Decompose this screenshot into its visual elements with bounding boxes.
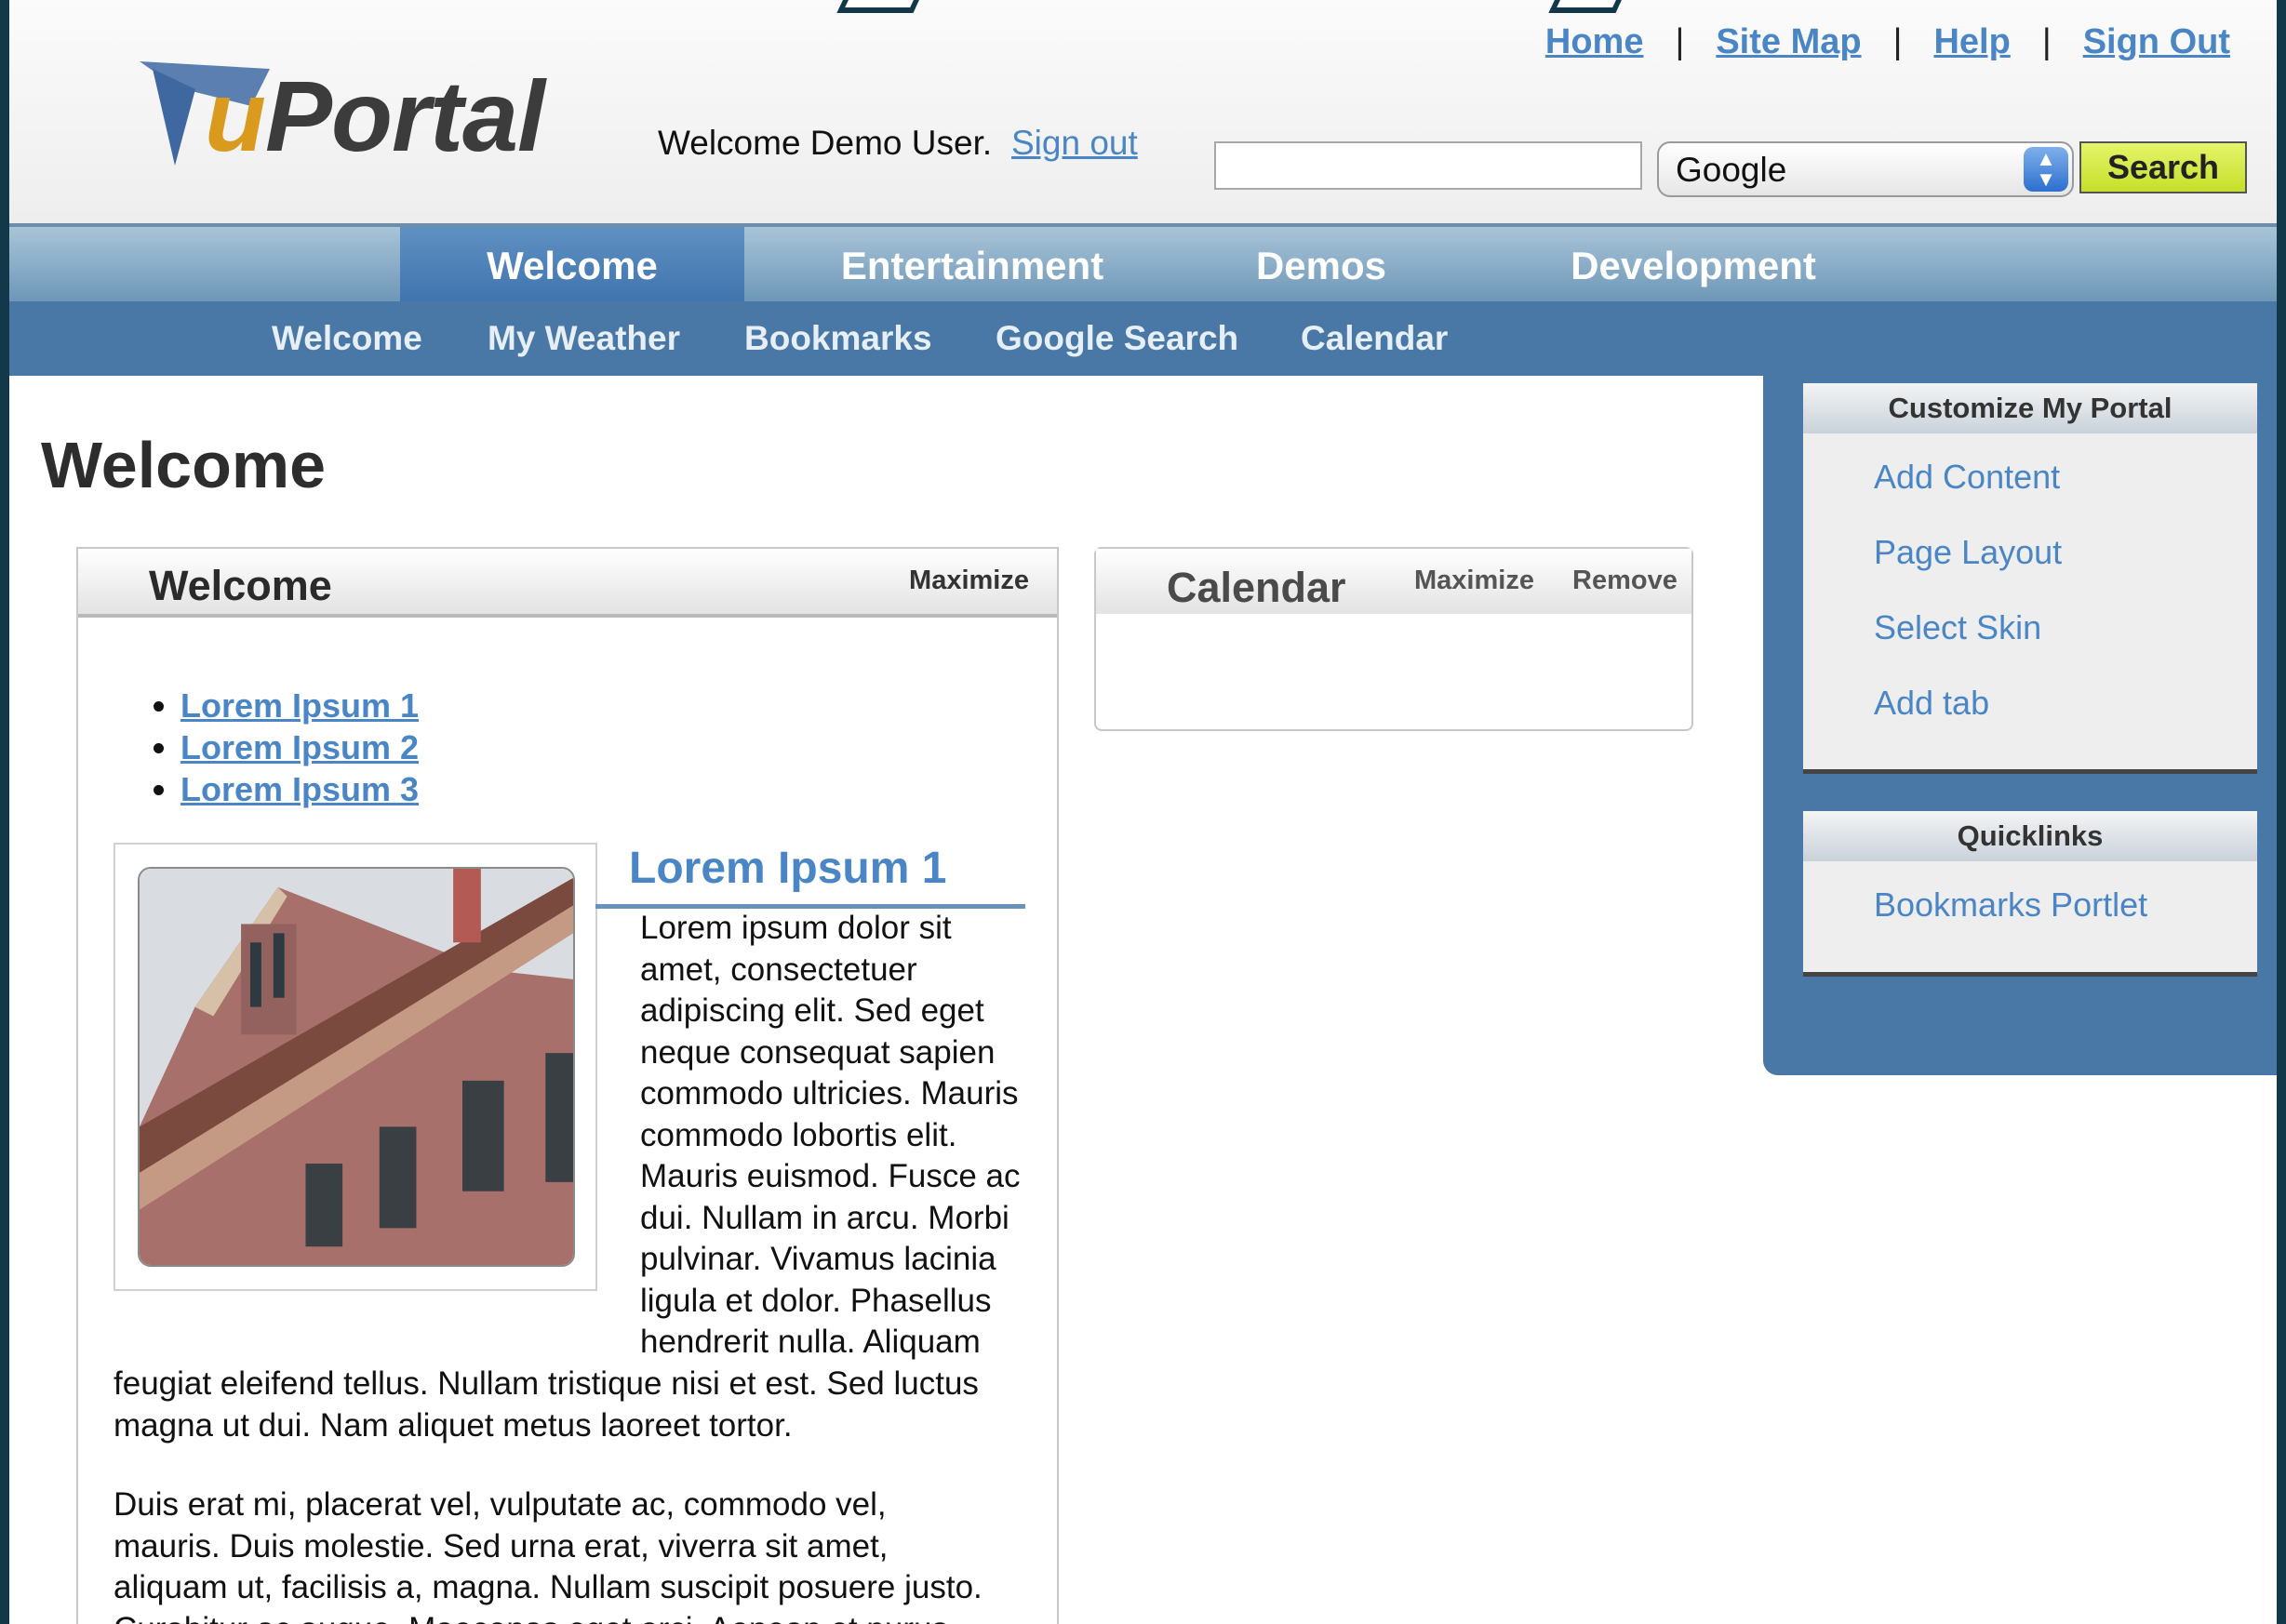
subnav-welcome[interactable]: Welcome (272, 301, 422, 376)
separator: | (2041, 22, 2052, 61)
subnav-google-search[interactable]: Google Search (996, 301, 1238, 376)
sign-out-link[interactable]: Sign out (1011, 124, 1138, 163)
text-line: hendrerit nulla. Aliquam (640, 1324, 981, 1360)
sign-out-top-link[interactable]: Sign Out (2083, 22, 2230, 61)
text-line: dui. Nullam in arcu. Morbi (640, 1199, 1009, 1236)
select-skin-link[interactable]: Select Skin (1874, 608, 2041, 647)
search-engine-select[interactable]: Google ▲ ▼ (1657, 141, 2074, 197)
uportal-logo[interactable]: uPortal (140, 56, 549, 177)
portlet-title: Calendar (1167, 564, 1346, 611)
tab-welcome[interactable]: Welcome (400, 227, 744, 305)
subnav-my-weather[interactable]: My Weather (488, 301, 680, 376)
search-button[interactable]: Search (2079, 141, 2247, 193)
home-link[interactable]: Home (1545, 22, 1644, 61)
welcome-portlet: Welcome Maximize Lorem Ipsum 1 Lorem Ips… (76, 547, 1059, 1624)
page-title: Welcome (41, 429, 327, 501)
text-line: ligula et dolor. Phasellus (640, 1282, 992, 1319)
quicklinks-box: Quicklinks Bookmarks Portlet (1803, 811, 2257, 977)
text-line: Duis erat mi, placerat vel, vulputate ac… (114, 1486, 887, 1523)
welcome-user-text: Welcome Demo User. (658, 124, 993, 162)
lorem-ipsum-2-link[interactable]: Lorem Ipsum 2 (180, 728, 419, 766)
text-line: neque consequat sapien (640, 1033, 996, 1071)
remove-button[interactable]: Remove (1572, 566, 1678, 596)
building-photo (138, 867, 575, 1267)
text-line: feugiat eleifend tellus. Nullam tristiqu… (114, 1365, 979, 1402)
list-item: Lorem Ipsum 2 (180, 726, 419, 768)
text-line: aliquam ut, facilisis a, magna. Nullam s… (114, 1569, 983, 1605)
top-links: Home | Site Map | Help | Sign Out (1545, 22, 2230, 62)
tab-development[interactable]: Development (1535, 227, 1852, 305)
tab-entertainment[interactable]: Entertainment (805, 227, 1140, 305)
portlet-header: Welcome Maximize (78, 549, 1057, 618)
portlet-title: Welcome (149, 562, 332, 609)
lorem-ipsum-1-link[interactable]: Lorem Ipsum 1 (180, 686, 419, 725)
maximize-button[interactable]: Maximize (1414, 566, 1534, 596)
article-text-column: Lorem ipsum dolor sit amet, consectetuer… (640, 908, 1020, 1364)
site-map-link[interactable]: Site Map (1716, 22, 1861, 61)
portlet-header: Calendar Maximize Remove (1096, 549, 1691, 614)
subnav-calendar[interactable]: Calendar (1301, 301, 1448, 376)
select-arrows-icon: ▲ ▼ (2024, 147, 2068, 192)
top-edge-decoration (1548, 0, 1626, 13)
add-tab-link[interactable]: Add tab (1874, 684, 1989, 723)
text-line: magna ut dui. Nam aliquet metus laoreet … (114, 1406, 793, 1444)
logo-letter-u: u (205, 60, 266, 172)
logo-text: Portal (264, 60, 545, 172)
bookmarks-portlet-link[interactable]: Bookmarks Portlet (1874, 885, 2147, 925)
article-title: Lorem Ipsum 1 (629, 844, 947, 893)
header: uPortal Welcome Demo User. Sign out Home… (9, 0, 2277, 223)
text-line: Curabitur ac augue. Maecenas eget orci. … (114, 1609, 983, 1624)
portal-page: uPortal Welcome Demo User. Sign out Home… (9, 0, 2277, 1624)
lorem-link-list: Lorem Ipsum 1 Lorem Ipsum 2 Lorem Ipsum … (134, 685, 419, 810)
paragraph-2: Duis erat mi, placerat vel, vulputate ac… (114, 1484, 983, 1624)
separator: | (1892, 22, 1903, 61)
tab-demos[interactable]: Demos (1228, 227, 1414, 305)
sub-navigation: Welcome My Weather Bookmarks Google Sear… (9, 301, 2277, 376)
search-input[interactable] (1214, 141, 1642, 190)
subnav-bookmarks[interactable]: Bookmarks (744, 301, 932, 376)
separator: | (1675, 22, 1685, 61)
text-line: mauris. Duis molestie. Sed urna erat, vi… (114, 1527, 889, 1564)
main-tab-bar: Welcome Entertainment Demos Development (9, 223, 2277, 305)
text-line: Lorem ipsum dolor sit (640, 910, 952, 946)
add-content-link[interactable]: Add Content (1874, 458, 2060, 497)
customize-portal-title: Customize My Portal (1803, 383, 2257, 433)
quicklinks-title: Quicklinks (1803, 811, 2257, 861)
list-item: Lorem Ipsum 3 (180, 768, 419, 810)
text-line: adipiscing elit. Sed eget (640, 992, 984, 1029)
text-line: pulvinar. Vivamus lacinia (640, 1241, 996, 1277)
article-text-tail: feugiat eleifend tellus. Nullam tristiqu… (114, 1364, 979, 1446)
customize-portal-box: Customize My Portal Add Content Page Lay… (1803, 383, 2257, 774)
search-engine-value: Google (1676, 151, 1787, 189)
top-edge-decoration (836, 0, 924, 13)
text-line: Mauris euismod. Fusce ac (640, 1158, 1021, 1194)
text-line: commodo ultricies. Mauris (640, 1075, 1019, 1112)
help-link[interactable]: Help (1933, 22, 2010, 61)
text-line: commodo lobortis elit. (640, 1116, 957, 1153)
right-sidebar: Customize My Portal Add Content Page Lay… (1763, 376, 2277, 1075)
calendar-portlet: Calendar Maximize Remove (1094, 547, 1693, 731)
page-layout-link[interactable]: Page Layout (1874, 533, 2062, 572)
text-line: amet, consectetuer (640, 951, 917, 988)
list-item: Lorem Ipsum 1 (180, 685, 419, 726)
image-frame (114, 843, 597, 1291)
lorem-ipsum-3-link[interactable]: Lorem Ipsum 3 (180, 770, 419, 808)
maximize-button[interactable]: Maximize (909, 566, 1029, 596)
